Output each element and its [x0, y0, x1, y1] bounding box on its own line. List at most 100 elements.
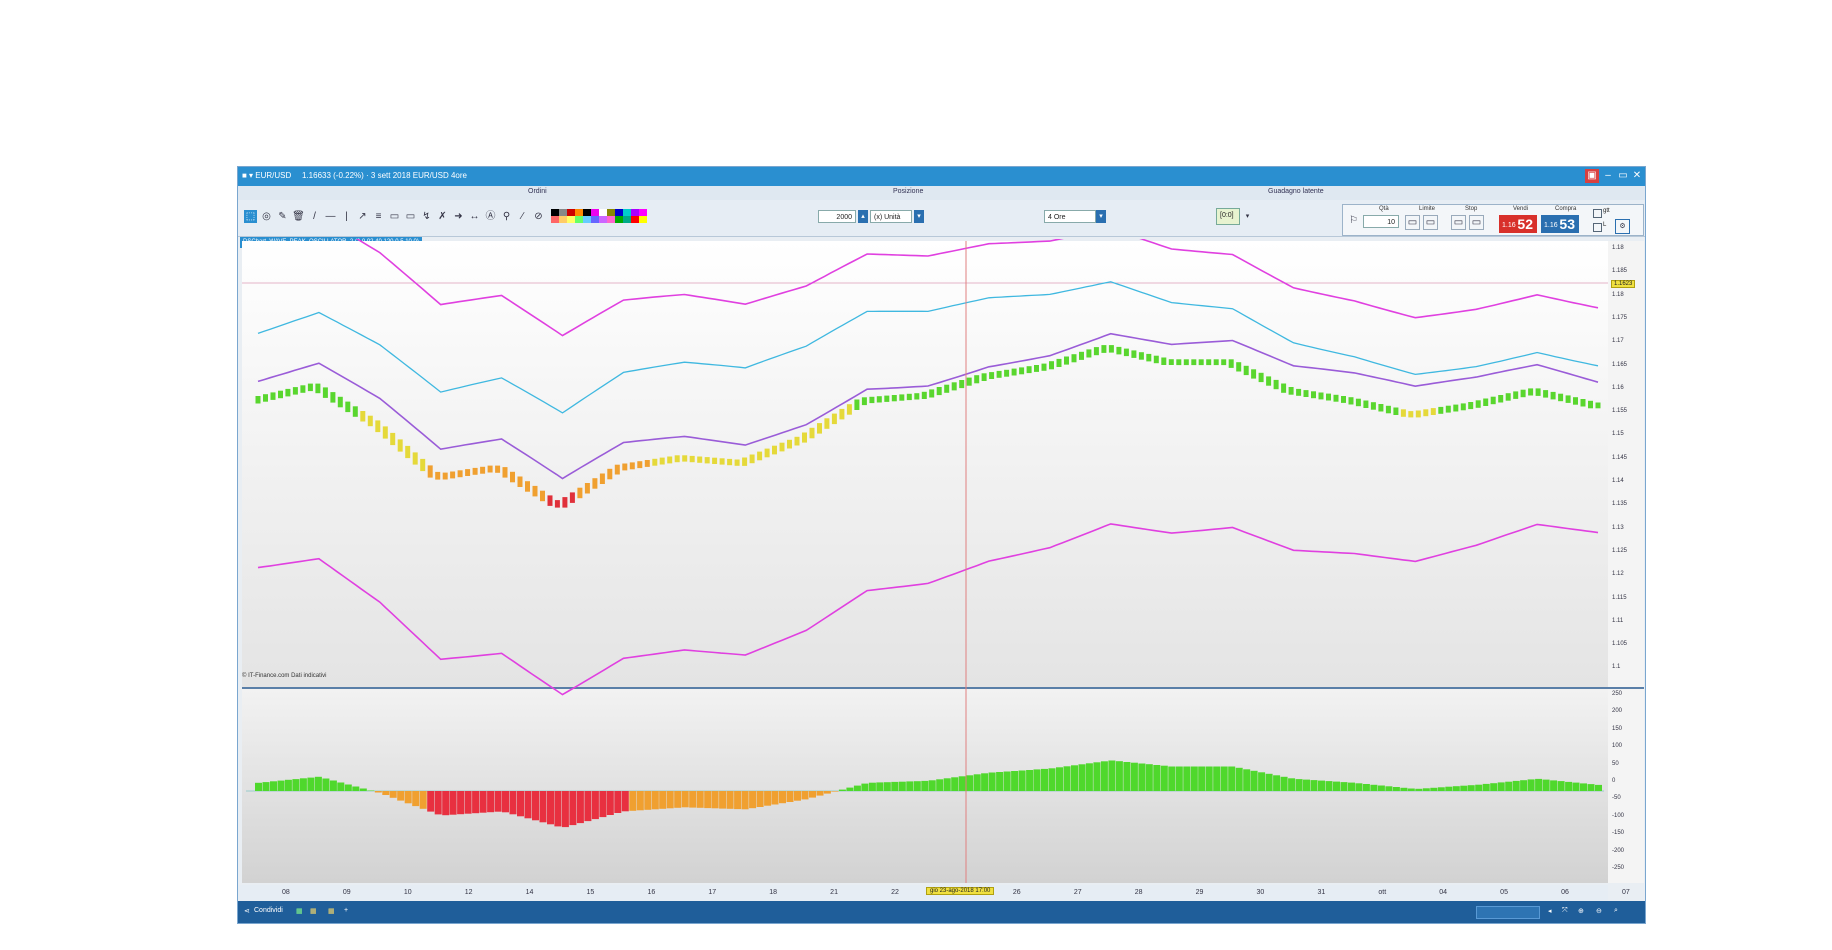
candle	[1273, 379, 1279, 390]
osc-bar	[1497, 782, 1505, 791]
calendar-icon[interactable]: ▦	[328, 907, 335, 915]
candle	[307, 383, 313, 392]
osc-bar	[547, 791, 554, 825]
grid-icon[interactable]: ▦	[310, 907, 317, 915]
status-bar: ⋖ Condividi ▦ ▦ ▦ + ◂ ⤧ ⊕ ⊖ ⌕	[238, 901, 1645, 923]
candle	[1108, 345, 1114, 353]
time-axis-tick: 28	[1134, 889, 1143, 896]
osc-bar	[606, 791, 614, 815]
trash-tool-icon[interactable]: 🗑	[292, 210, 305, 223]
close-icon[interactable]: ✕	[1630, 169, 1644, 183]
buy-button[interactable]: 1.16 53	[1541, 215, 1579, 233]
detach-icon[interactable]: ▣	[1585, 169, 1599, 183]
position-label[interactable]: Posizione	[893, 188, 923, 195]
candle	[959, 380, 965, 389]
candle	[1573, 397, 1578, 405]
osc-bar	[374, 791, 382, 793]
osc-bar	[666, 791, 674, 809]
stop-plus-icon[interactable]: ▭	[1469, 215, 1484, 230]
minimize-icon[interactable]: –	[1601, 169, 1615, 183]
osc-bar	[1056, 767, 1063, 791]
cursor-tool-icon[interactable]: ⬚	[244, 210, 257, 223]
qty-input[interactable]: 10	[1363, 215, 1399, 228]
candle	[405, 445, 411, 459]
price-axis-tick: 1.18	[1612, 245, 1624, 251]
window-title[interactable]: ■ ▾ EUR/USD	[242, 171, 291, 180]
candle	[742, 457, 748, 466]
measure-tool-icon[interactable]: ↔	[468, 210, 481, 223]
line-tool-icon[interactable]: /	[308, 210, 321, 223]
chart-canvas[interactable]	[238, 239, 1645, 885]
fibonacci-tool-icon[interactable]: ≡	[372, 210, 385, 223]
timeframe-dropdown-icon[interactable]: ▾	[1096, 210, 1106, 223]
maximize-icon[interactable]: ▭	[1616, 169, 1630, 183]
limit-minus-icon[interactable]: ▭	[1405, 215, 1420, 230]
lock-icon[interactable]: ⚐	[1347, 214, 1360, 227]
vline-tool-icon[interactable]: |	[340, 210, 353, 223]
gtt-checkbox[interactable]	[1593, 209, 1602, 218]
erase-tool-icon[interactable]: ⊘	[532, 210, 545, 223]
candle	[547, 495, 553, 506]
zoom-tool-icon[interactable]: ⚲	[500, 210, 513, 223]
zoom-in-icon[interactable]: ⊕	[1578, 907, 1584, 915]
rectangle-tool-icon[interactable]: ▭	[388, 210, 401, 223]
candle	[292, 387, 298, 395]
cross-tool-icon[interactable]: ✗	[436, 210, 449, 223]
add-icon[interactable]: +	[344, 907, 348, 914]
candle	[1266, 376, 1272, 386]
layout-icon[interactable]: ▦	[296, 907, 303, 915]
settings-icon[interactable]: ⚙	[1615, 219, 1630, 234]
zoom-badge[interactable]: [0:0]	[1216, 208, 1240, 225]
zoom-dropdown-icon[interactable]: ▾	[1241, 210, 1254, 223]
candle	[367, 415, 373, 427]
hline-tool-icon[interactable]: —	[324, 210, 337, 223]
timeframe-select[interactable]: 4 Ore	[1044, 210, 1096, 223]
osc-axis-tick: -100	[1612, 812, 1625, 819]
zigzag-tool-icon[interactable]: ↯	[420, 210, 433, 223]
text-tool-icon[interactable]: Ⓐ	[484, 210, 497, 223]
stop-minus-icon[interactable]: ▭	[1451, 215, 1466, 230]
osc-bar	[1430, 787, 1438, 791]
orders-label[interactable]: Ordini	[528, 188, 547, 195]
price-axis-tick: 1.16	[1612, 384, 1624, 391]
osc-bar	[1160, 765, 1168, 791]
scroll-left-icon[interactable]: ◂	[1548, 907, 1552, 915]
arrow-tool-icon[interactable]: ↗	[356, 210, 369, 223]
candle	[876, 396, 882, 403]
units-stepper-icon[interactable]: ▴	[858, 210, 868, 223]
share-label[interactable]: Condividi	[254, 907, 283, 914]
zoom-fit-icon[interactable]: ⌕	[1614, 907, 1618, 915]
units-type-dropdown-icon[interactable]: ▾	[914, 210, 924, 223]
osc-bar	[846, 787, 854, 791]
time-axis-tick: 14	[525, 889, 534, 896]
limit-plus-icon[interactable]: ▭	[1423, 215, 1438, 230]
candle	[1355, 398, 1361, 407]
osc-bar	[659, 791, 667, 809]
channel-tool-icon[interactable]: ▭	[404, 210, 417, 223]
osc-bar	[1565, 781, 1573, 791]
osc-bar	[1205, 766, 1213, 791]
osc-bar	[1190, 766, 1198, 791]
osc-bar	[951, 777, 959, 791]
reset-icon[interactable]: ⤧	[1562, 907, 1568, 915]
osc-bar	[651, 791, 659, 810]
candle	[1430, 408, 1436, 415]
share-icon[interactable]: ⋖	[244, 907, 250, 915]
units-input[interactable]: 2000	[818, 210, 856, 223]
osc-bar	[1108, 760, 1116, 791]
zoom-out-icon[interactable]: ⊖	[1596, 907, 1602, 915]
sell-button[interactable]: 1.16 52	[1499, 215, 1537, 233]
ray-tool-icon[interactable]: ➜	[452, 210, 465, 223]
osc-bar	[1467, 785, 1475, 791]
pencil-tool-icon[interactable]: ✎	[276, 210, 289, 223]
time-axis-tick: 29	[1195, 889, 1204, 896]
osc-bar	[1183, 766, 1191, 791]
scroll-field[interactable]	[1476, 906, 1540, 919]
color-palette[interactable]	[551, 209, 663, 224]
slope-tool-icon[interactable]: ∕	[516, 210, 529, 223]
osc-bar	[284, 779, 292, 791]
crosshair-tool-icon[interactable]: ◎	[260, 210, 273, 223]
osc-bar	[1265, 773, 1273, 791]
units-type-select[interactable]: (x) Unità	[870, 210, 912, 223]
l-checkbox[interactable]	[1593, 223, 1602, 232]
